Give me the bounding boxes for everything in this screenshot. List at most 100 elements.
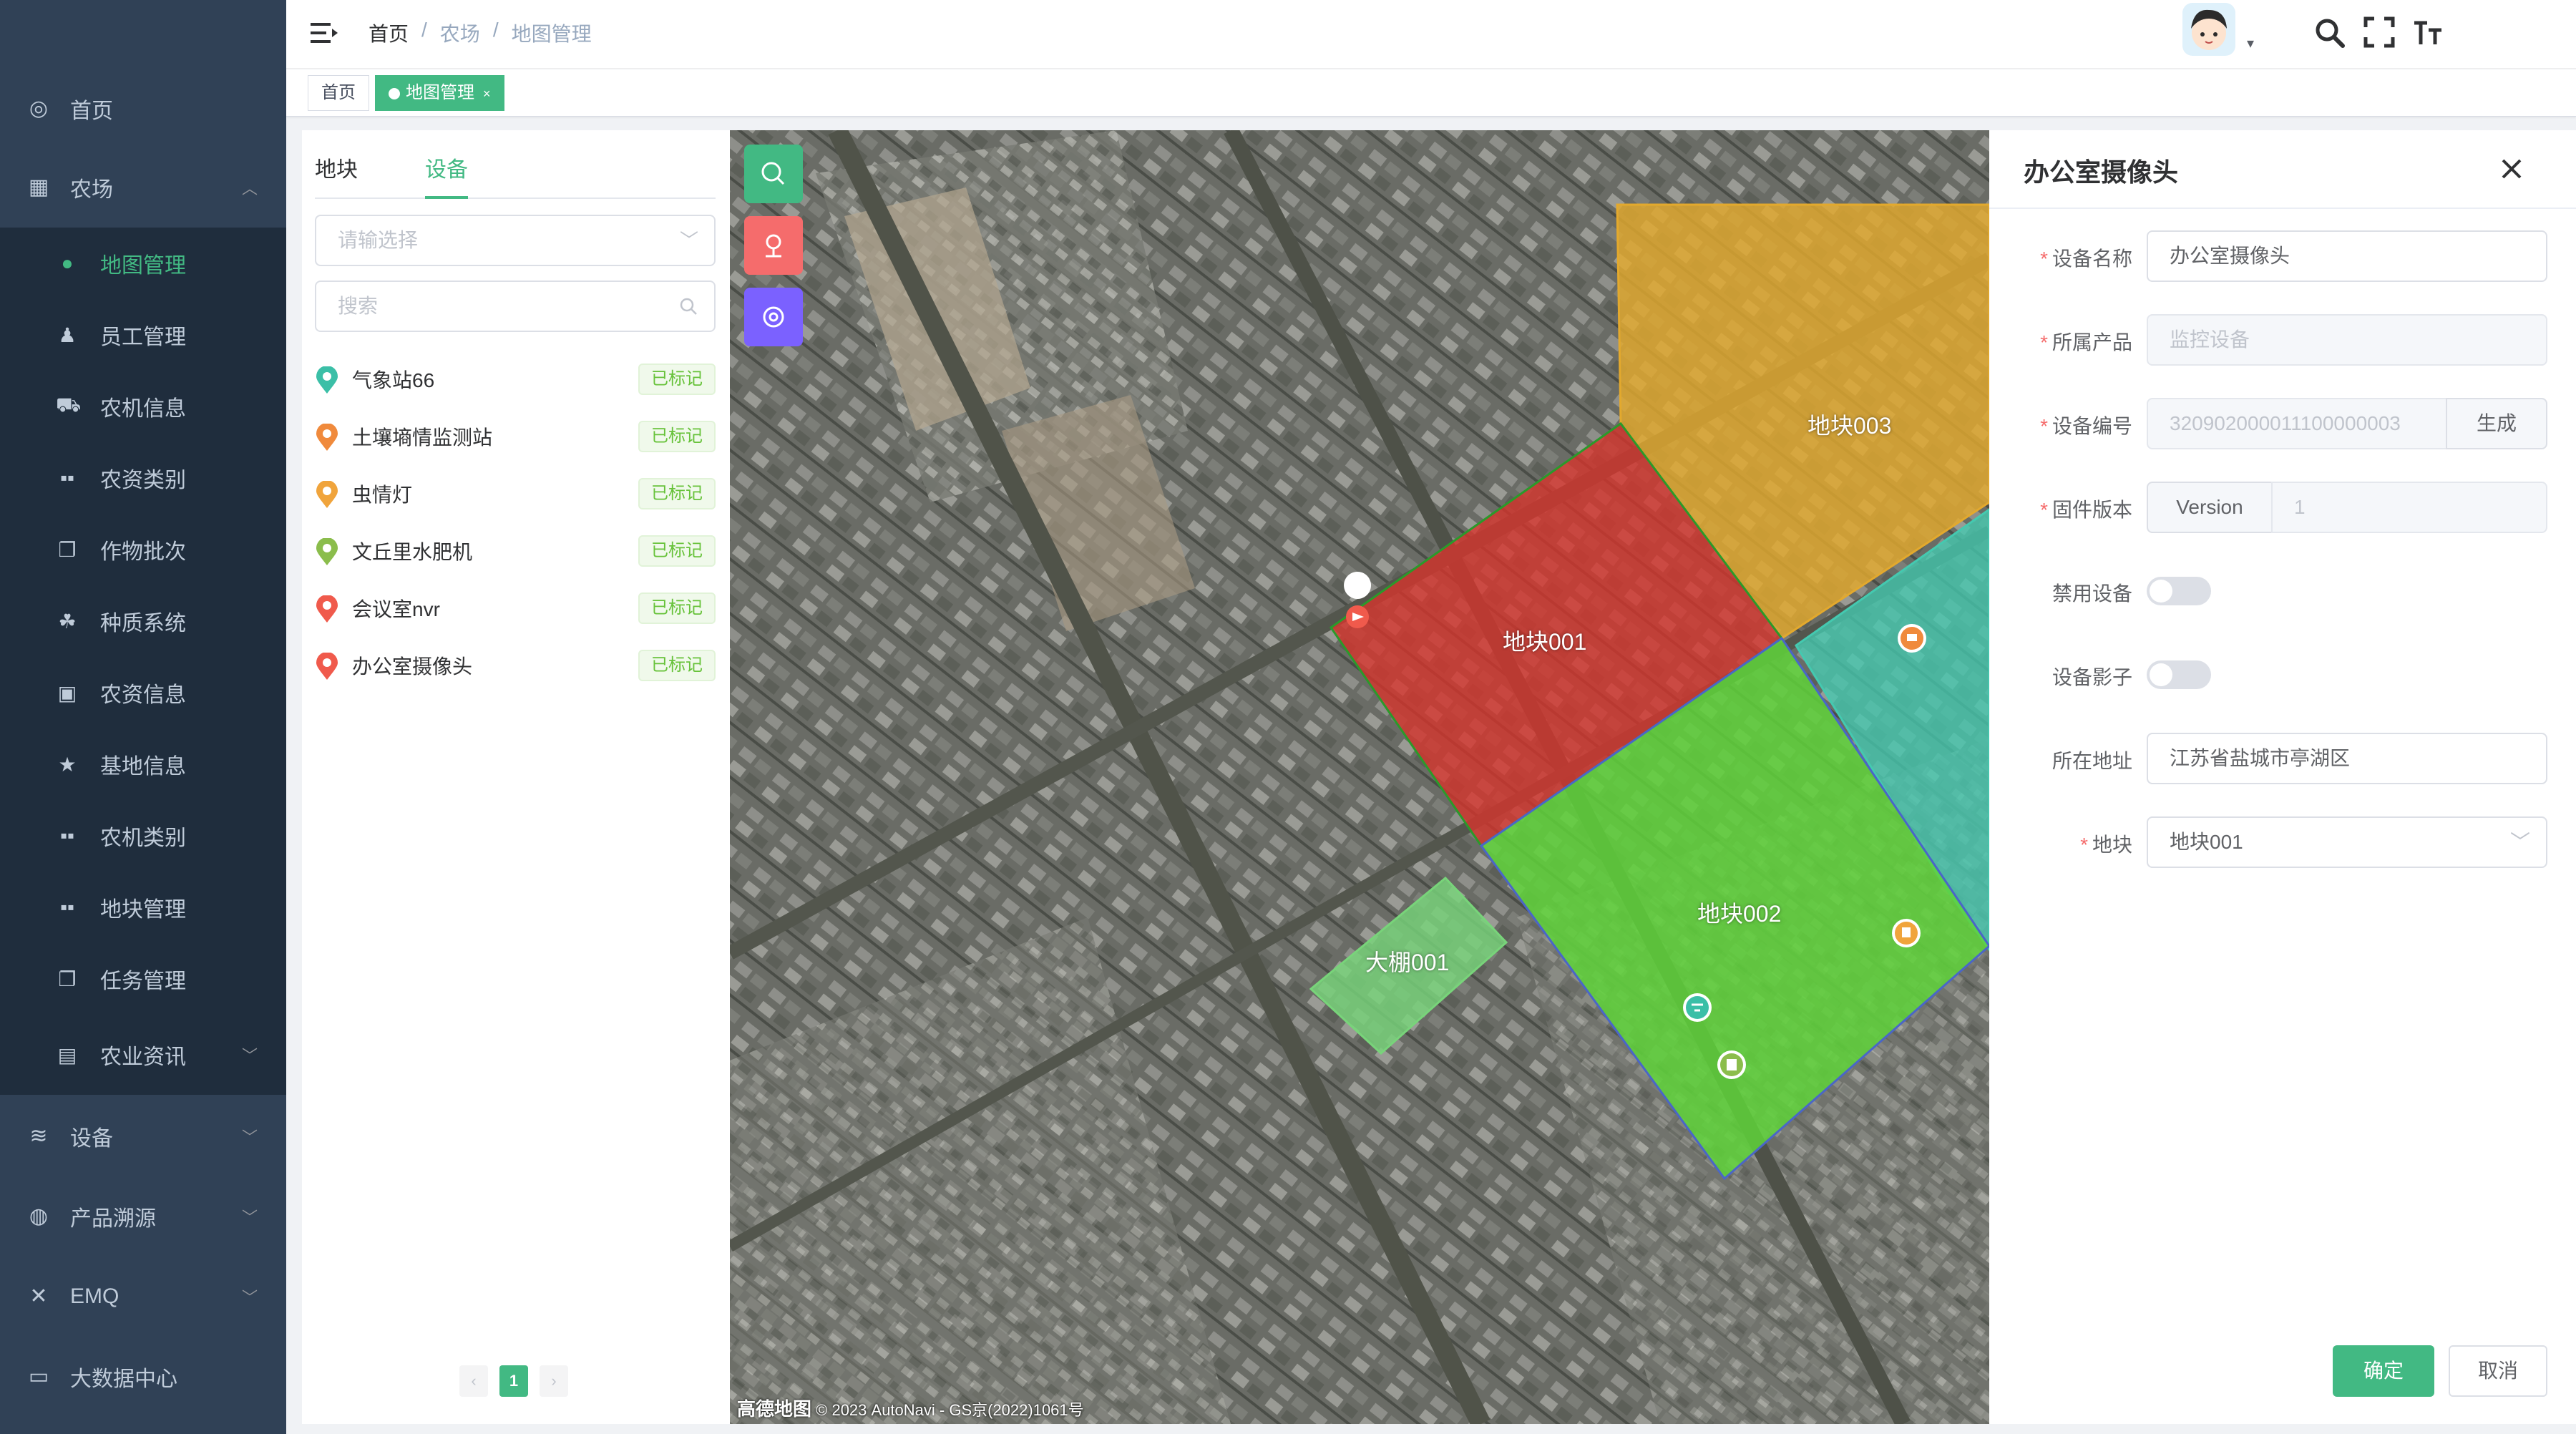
- device-list-item[interactable]: 土壤墒情监测站 已标记: [315, 415, 716, 458]
- map-target-button[interactable]: [744, 288, 803, 346]
- map-canvas[interactable]: [730, 130, 1989, 1424]
- sidebar-item-supply-category[interactable]: ▪▪ 农资类别: [0, 442, 286, 514]
- device-select[interactable]: 请输选择 ﹀: [315, 215, 716, 266]
- close-icon[interactable]: [2497, 155, 2526, 183]
- chevron-down-icon: ﹀: [679, 230, 698, 251]
- status-badge: 已标记: [638, 478, 716, 509]
- map-pin-icon: [316, 595, 338, 623]
- status-badge: 已标记: [638, 364, 716, 395]
- form-row-firmware: * 固件版本 Version 1: [1989, 482, 2576, 533]
- device-name-input[interactable]: 办公室摄像头: [2147, 230, 2547, 282]
- map-marker-soil[interactable]: [1898, 624, 1926, 653]
- sidebar-item-machine-category[interactable]: ▪▪ 农机类别: [0, 800, 286, 872]
- location-icon: [766, 234, 781, 258]
- tab-plots[interactable]: 地块: [315, 152, 358, 183]
- breadcrumb: 首页 / 农场 / 地图管理: [369, 19, 592, 47]
- map-attribution: 高德地图 © 2023 AutoNavi - GS京(2022)1061号: [737, 1398, 1084, 1420]
- sidebar-item-staff[interactable]: ♟ 员工管理: [0, 299, 286, 371]
- firmware-version-input: 1: [2271, 482, 2547, 533]
- device-list-item[interactable]: 会议室nvr 已标记: [315, 587, 716, 630]
- search-icon[interactable]: [2313, 16, 2347, 50]
- sidebar-item-supply-info[interactable]: ▣ 农资信息: [0, 657, 286, 728]
- user-icon: ♟: [58, 323, 77, 346]
- map-marker-fertilizer[interactable]: [1717, 1050, 1746, 1079]
- menu-item-farm[interactable]: ▦ 农场 ︿: [0, 147, 286, 228]
- confirm-button[interactable]: 确定: [2333, 1345, 2434, 1397]
- plot-label-001: 地块001: [1503, 629, 1587, 655]
- disable-device-switch[interactable]: [2147, 577, 2211, 605]
- grid-icon: ▪▪: [60, 896, 74, 918]
- breadcrumb-current: 地图管理: [511, 23, 592, 45]
- device-shadow-switch[interactable]: [2147, 660, 2211, 689]
- map-pin-icon: [316, 481, 338, 508]
- sidebar-item-agri-news[interactable]: ▤ 农业资讯 ﹀: [0, 1015, 286, 1095]
- dashboard-icon: ◎: [29, 97, 49, 120]
- device-name: 虫情灯: [352, 484, 413, 506]
- map-marker-weather[interactable]: [1683, 993, 1712, 1022]
- copy-icon: ❐: [58, 967, 77, 990]
- fullscreen-icon[interactable]: [2363, 16, 2396, 49]
- tools-icon: ✕: [29, 1284, 48, 1308]
- menu-item-bigdata[interactable]: ▭ 大数据中心: [0, 1337, 286, 1417]
- tractor-icon: ⛟: [56, 394, 82, 416]
- sidebar-item-task-management[interactable]: ❐ 任务管理: [0, 943, 286, 1015]
- sidebar-item-base-info[interactable]: ★ 基地信息: [0, 728, 286, 800]
- prev-page-button[interactable]: ‹: [459, 1365, 488, 1397]
- form-row-product: * 所属产品 监控设备: [1989, 314, 2576, 366]
- cancel-button[interactable]: 取消: [2449, 1345, 2547, 1397]
- satellite-map[interactable]: 地块003 地块001 地块002 大棚001 高德地图 © 2023 Auto…: [730, 130, 1989, 1424]
- search-icon: [680, 298, 697, 315]
- breadcrumb-farm[interactable]: 农场: [440, 19, 480, 47]
- map-search-button[interactable]: [744, 145, 803, 203]
- tags-view: 首页 地图管理 ×: [286, 69, 2576, 117]
- device-name: 气象站66: [352, 369, 435, 391]
- plot-select[interactable]: 地块001 ﹀: [2147, 816, 2547, 868]
- breadcrumb-home[interactable]: 首页: [369, 19, 409, 47]
- seed-icon: ☘: [58, 610, 77, 633]
- map-locate-button[interactable]: [744, 216, 803, 275]
- form-row-address: 所在地址 江苏省盐城市亭湖区: [1989, 733, 2576, 784]
- tag-home[interactable]: 首页: [308, 75, 369, 111]
- plot-label-greenhouse-001: 大棚001: [1365, 950, 1450, 975]
- chevron-down-icon: ﹀: [241, 1289, 258, 1307]
- menu-item-device[interactable]: ≋ 设备 ﹀: [0, 1096, 286, 1176]
- menu-item-emq[interactable]: ✕ EMQ ﹀: [0, 1257, 286, 1337]
- font-size-icon[interactable]: [2411, 16, 2444, 49]
- sidebar-item-machine-info[interactable]: ⛟ 农机信息: [0, 371, 286, 442]
- map-provider-logo: 高德地图: [737, 1398, 812, 1420]
- avatar[interactable]: [2182, 3, 2235, 56]
- device-name: 文丘里水肥机: [352, 541, 473, 563]
- menu-item-traceability[interactable]: ◍ 产品溯源 ﹀: [0, 1176, 286, 1257]
- monitor-icon: ▭: [28, 1365, 49, 1388]
- caret-down-icon[interactable]: ▾: [2247, 34, 2254, 52]
- tab-devices[interactable]: 设备: [425, 152, 468, 183]
- search-input[interactable]: 搜索: [315, 281, 716, 332]
- sidebar-item-crop-batch[interactable]: ❐ 作物批次: [0, 514, 286, 585]
- status-badge: 已标记: [638, 592, 716, 624]
- sidebar-item-germplasm[interactable]: ☘ 种质系统: [0, 585, 286, 657]
- address-input[interactable]: 江苏省盐城市亭湖区: [2147, 733, 2547, 784]
- map-pin-icon: [316, 424, 338, 451]
- device-list-item[interactable]: 办公室摄像头 已标记: [315, 644, 716, 687]
- device-edit-drawer: 办公室摄像头 * 设备名称 办公室摄像头 * 所属产品 监控设备 * 设备编号 320…: [1989, 130, 2576, 1424]
- close-icon[interactable]: ×: [483, 87, 491, 101]
- generate-button[interactable]: 生成: [2446, 398, 2547, 449]
- star-icon: ★: [58, 753, 77, 776]
- page-1-button[interactable]: 1: [499, 1365, 528, 1397]
- device-list-item[interactable]: 文丘里水肥机 已标记: [315, 530, 716, 572]
- status-badge: 已标记: [638, 421, 716, 452]
- device-list-item[interactable]: 虫情灯 已标记: [315, 472, 716, 515]
- farm-submenu: ● 地图管理 ♟ 员工管理 ⛟ 农机信息 ▪▪ 农资类别 ❐ 作物批次 ☘ 种质…: [0, 228, 286, 1095]
- tab-active-indicator: [425, 196, 468, 199]
- map-marker-insect-lamp[interactable]: [1892, 919, 1921, 947]
- hamburger-icon[interactable]: [308, 17, 341, 50]
- sidebar-item-plot-management[interactable]: ▪▪ 地块管理: [0, 872, 286, 943]
- map-pin-icon: [316, 653, 338, 680]
- tag-map-management[interactable]: 地图管理 ×: [375, 75, 504, 111]
- sidebar-item-map-management[interactable]: ● 地图管理: [0, 228, 286, 299]
- menu-item-home[interactable]: ◎ 首页: [0, 69, 286, 149]
- globe-icon: ◍: [29, 1204, 49, 1228]
- next-page-button[interactable]: ›: [540, 1365, 568, 1397]
- device-list-item[interactable]: 气象站66 已标记: [315, 358, 716, 401]
- copy-icon: ❐: [58, 538, 77, 561]
